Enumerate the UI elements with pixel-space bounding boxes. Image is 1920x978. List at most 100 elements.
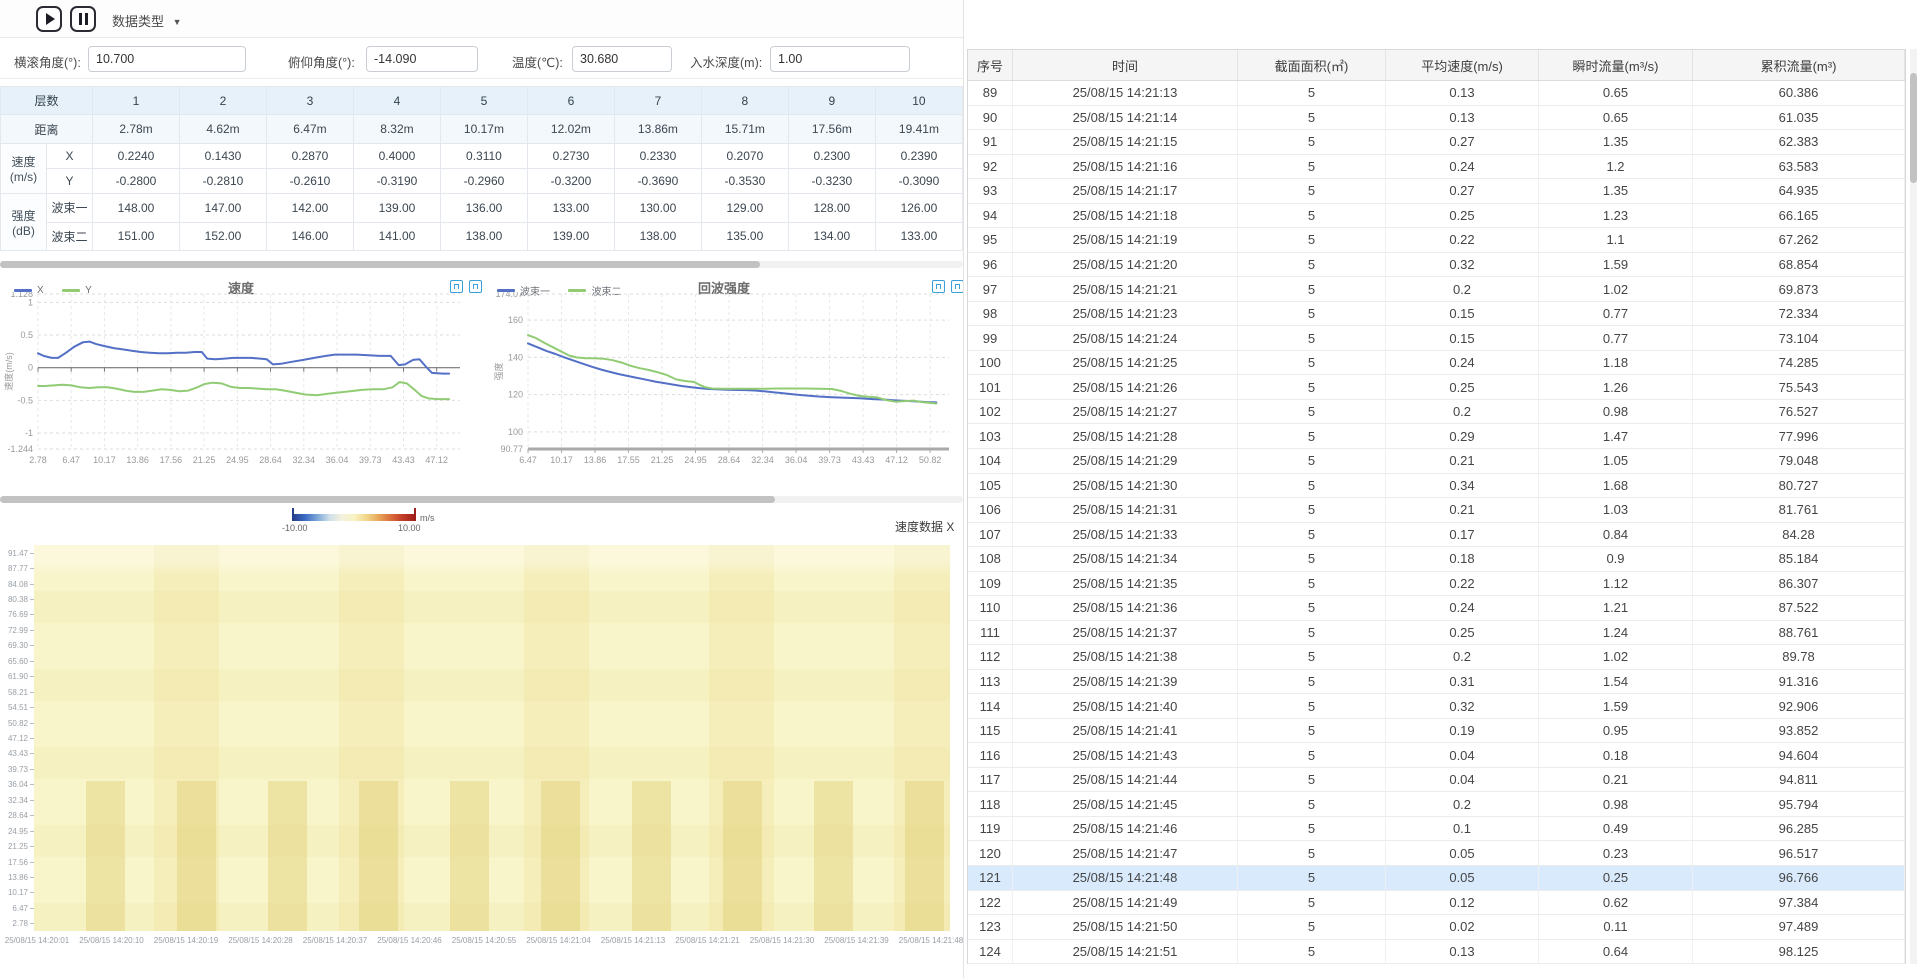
layer-cell: 9 [788, 87, 875, 115]
layer-cell: 4.62m [180, 115, 267, 143]
flow-cell: 1.68 [1539, 474, 1693, 498]
flow-cell: 5 [1238, 302, 1386, 326]
flow-cell: 1.18 [1539, 351, 1693, 375]
flow-cell: 75.543 [1693, 375, 1905, 399]
flow-table-row[interactable]: 10325/08/15 14:21:2850.291.4777.996 [968, 424, 1905, 449]
flow-table-row[interactable]: 10425/08/15 14:21:2950.211.0579.048 [968, 449, 1905, 474]
flow-table-row[interactable]: 10825/08/15 14:21:3450.180.985.184 [968, 547, 1905, 572]
flow-table-row[interactable]: 10625/08/15 14:21:3150.211.0381.761 [968, 498, 1905, 523]
flow-column-header[interactable]: 瞬时流量(m³/s) [1539, 50, 1693, 80]
play-button[interactable] [36, 6, 62, 32]
water-depth-input[interactable] [770, 46, 910, 72]
layer-table-hscrollbar[interactable] [0, 261, 963, 268]
flow-table-row[interactable]: 11425/08/15 14:21:4050.321.5992.906 [968, 694, 1905, 719]
flow-table-row[interactable]: 11825/08/15 14:21:4550.20.9895.794 [968, 792, 1905, 817]
flow-table-row[interactable]: 9925/08/15 14:21:2450.150.7773.104 [968, 326, 1905, 351]
flow-column-header[interactable]: 截面面积(㎡) [1238, 50, 1386, 80]
charts-hscrollbar[interactable] [0, 496, 963, 503]
flow-cell: 62.383 [1693, 130, 1905, 154]
flow-cell: 1.24 [1539, 621, 1693, 645]
heatmap-x-label: 25/08/15 14:20:28 [228, 936, 293, 945]
layer-cell: 0.2390 [875, 143, 962, 168]
flow-record-table: 序号时间截面面积(㎡)平均速度(m/s)瞬时流量(m³/s)累积流量(m³) 8… [967, 49, 1906, 964]
flow-table-row[interactable]: 9225/08/15 14:21:1650.241.263.583 [968, 155, 1905, 180]
layer-header-label: 层数 [1, 87, 93, 115]
flow-table-row[interactable]: 11925/08/15 14:21:4650.10.4996.285 [968, 817, 1905, 842]
flow-table-row[interactable]: 11125/08/15 14:21:3750.251.2488.761 [968, 621, 1905, 646]
heatmap-x-label: 25/08/15 14:20:37 [303, 936, 368, 945]
flow-table-row[interactable]: 12325/08/15 14:21:5050.020.1197.489 [968, 915, 1905, 940]
flow-cell: 1.05 [1539, 449, 1693, 473]
flow-table-row[interactable]: 9325/08/15 14:21:1750.271.3564.935 [968, 179, 1905, 204]
pitch-angle-input[interactable] [366, 46, 478, 72]
flow-table-row[interactable]: 10925/08/15 14:21:3550.221.1286.307 [968, 572, 1905, 597]
flow-cell: 61.035 [1693, 106, 1905, 130]
x-tick-label: 21.25 [651, 455, 674, 465]
flow-table-row[interactable]: 8925/08/15 14:21:1350.130.6560.386 [968, 81, 1905, 106]
flow-table-row[interactable]: 10125/08/15 14:21:2650.251.2675.543 [968, 375, 1905, 400]
flow-cell: 99 [968, 326, 1013, 350]
flow-cell: 0.11 [1539, 915, 1693, 939]
layer-cell: 17.56m [788, 115, 875, 143]
flow-table-row[interactable]: 10525/08/15 14:21:3050.341.6880.727 [968, 474, 1905, 499]
heatmap-x-label: 25/08/15 14:21:04 [526, 936, 591, 945]
flow-table-row[interactable]: 12125/08/15 14:21:4850.050.2596.766 [968, 866, 1905, 891]
flow-cell: 0.2 [1386, 645, 1539, 669]
flow-cell: 5 [1238, 792, 1386, 816]
flow-column-header[interactable]: 序号 [968, 50, 1013, 80]
data-type-dropdown[interactable]: 数据类型 ▼ [112, 11, 182, 30]
flow-table-row[interactable]: 11725/08/15 14:21:4450.040.2194.811 [968, 768, 1905, 793]
heatmap-y-tick [30, 692, 34, 693]
flow-table-row[interactable]: 9725/08/15 14:21:2150.21.0269.873 [968, 277, 1905, 302]
flow-table-row[interactable]: 9025/08/15 14:21:1450.130.6561.035 [968, 106, 1905, 131]
flow-table-row[interactable]: 10725/08/15 14:21:3350.170.8484.28 [968, 523, 1905, 548]
flow-cell: 97 [968, 277, 1013, 301]
layer-cell: 4 [353, 87, 440, 115]
colorbar-min-tick [292, 508, 294, 521]
flow-column-header[interactable]: 时间 [1013, 50, 1238, 80]
roll-angle-input[interactable] [88, 46, 246, 72]
flow-cell: 0.2 [1386, 792, 1539, 816]
flow-cell: 0.77 [1539, 326, 1693, 350]
heatmap-x-label: 25/08/15 14:20:10 [79, 936, 144, 945]
temperature-input[interactable] [572, 46, 672, 72]
flow-table-row[interactable]: 10025/08/15 14:21:2550.241.1874.285 [968, 351, 1905, 376]
flow-table-row[interactable]: 11525/08/15 14:21:4150.190.9593.852 [968, 719, 1905, 744]
flow-cell: 25/08/15 14:21:36 [1013, 596, 1238, 620]
flow-table-row[interactable]: 9525/08/15 14:21:1950.221.167.262 [968, 228, 1905, 253]
flow-table-row[interactable]: 11625/08/15 14:21:4350.040.1894.604 [968, 743, 1905, 768]
flow-table-vscrollbar[interactable] [1910, 49, 1917, 964]
heatmap-y-label: 80.38 [2, 595, 28, 604]
flow-cell: 0.77 [1539, 302, 1693, 326]
flow-table-row[interactable]: 9125/08/15 14:21:1550.271.3562.383 [968, 130, 1905, 155]
flow-cell: 5 [1238, 106, 1386, 130]
heatmap-y-tick [30, 877, 34, 878]
x-tick-label: 17.55 [617, 455, 640, 465]
flow-cell: 5 [1238, 915, 1386, 939]
flow-cell: 108 [968, 547, 1013, 571]
flow-cell: 81.761 [1693, 498, 1905, 522]
flow-cell: 1.47 [1539, 424, 1693, 448]
flow-table-row[interactable]: 9625/08/15 14:21:2050.321.5968.854 [968, 253, 1905, 278]
flow-table-row[interactable]: 11025/08/15 14:21:3650.241.2187.522 [968, 596, 1905, 621]
flow-table-row[interactable]: 11225/08/15 14:21:3850.21.0289.78 [968, 645, 1905, 670]
flow-cell: 87.522 [1693, 596, 1905, 620]
y-tick-label: 1 [28, 297, 33, 307]
layer-cell: 0.2070 [701, 143, 788, 168]
flow-table-row[interactable]: 10225/08/15 14:21:2750.20.9876.527 [968, 400, 1905, 425]
flow-cell: 25/08/15 14:21:16 [1013, 155, 1238, 179]
flow-column-header[interactable]: 平均速度(m/s) [1386, 50, 1539, 80]
y-tick-label: -1 [25, 428, 33, 438]
flow-table-row[interactable]: 11325/08/15 14:21:3950.311.5491.316 [968, 670, 1905, 695]
flow-cell: 0.98 [1539, 400, 1693, 424]
flow-cell: 25/08/15 14:21:29 [1013, 449, 1238, 473]
flow-table-row[interactable]: 9825/08/15 14:21:2350.150.7772.334 [968, 302, 1905, 327]
pause-button[interactable] [70, 6, 96, 32]
flow-column-header[interactable]: 累积流量(m³) [1693, 50, 1905, 80]
flow-cell: 66.165 [1693, 204, 1905, 228]
flow-table-row[interactable]: 12225/08/15 14:21:4950.120.6297.384 [968, 891, 1905, 916]
flow-table-row[interactable]: 12425/08/15 14:21:5150.130.6498.125 [968, 940, 1905, 965]
flow-table-row[interactable]: 9425/08/15 14:21:1850.251.2366.165 [968, 204, 1905, 229]
flow-table-row[interactable]: 12025/08/15 14:21:4750.050.2396.517 [968, 841, 1905, 866]
flow-cell: 25/08/15 14:21:39 [1013, 670, 1238, 694]
